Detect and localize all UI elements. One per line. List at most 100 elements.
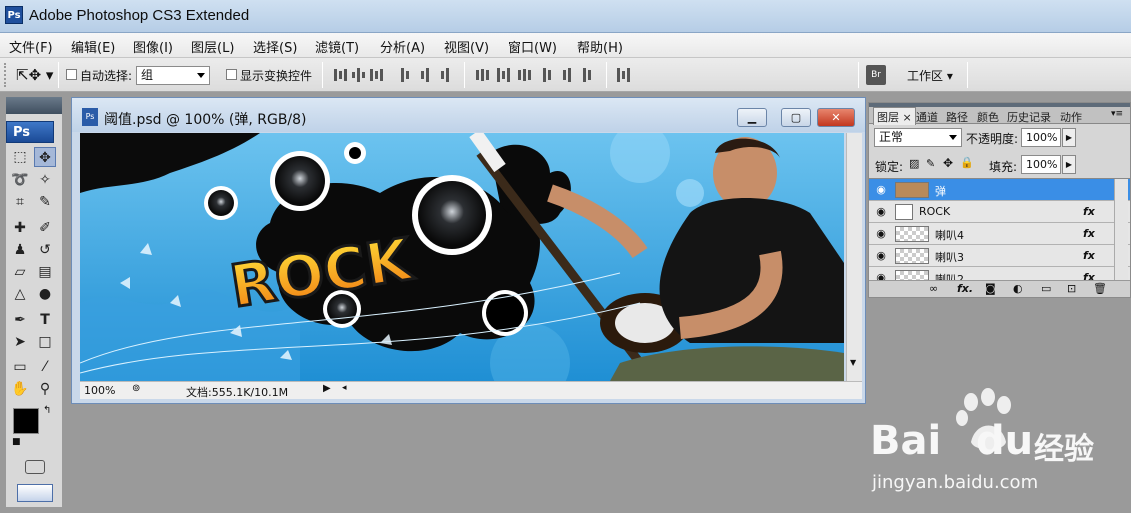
maximize-button[interactable]: ▢ <box>781 108 811 127</box>
menu-layer[interactable]: 图层(L) <box>191 37 234 56</box>
scroll-left-icon[interactable]: ◂ <box>342 383 347 393</box>
marquee-tool-icon[interactable]: ⬚ <box>9 147 31 167</box>
layer-row[interactable]: ◉ 弹 <box>869 179 1130 201</box>
align-hcenter-icon[interactable] <box>421 67 429 83</box>
tab-history[interactable]: 历史记录 <box>1007 109 1051 125</box>
tab-layers[interactable]: 图层 × <box>873 107 916 125</box>
distribute-bottom-icon[interactable] <box>518 67 531 83</box>
menu-image[interactable]: 图像(I) <box>133 37 173 56</box>
opacity-input[interactable]: 100% <box>1021 128 1061 147</box>
adjustment-layer-icon[interactable]: ◐ <box>1013 282 1023 295</box>
layer-effects-icon[interactable]: fx <box>1083 249 1095 262</box>
auto-select-checkbox[interactable] <box>66 69 77 80</box>
tab-actions[interactable]: 动作 <box>1060 109 1082 125</box>
layer-row[interactable]: ◉ 喇叭3 fx <box>869 245 1130 267</box>
path-selection-tool-icon[interactable]: ➤ <box>9 332 31 352</box>
auto-align-icon[interactable] <box>617 67 630 83</box>
close-button[interactable]: ✕ <box>817 108 855 127</box>
pen-tool-icon[interactable]: ✒ <box>9 310 31 330</box>
menu-file[interactable]: 文件(F) <box>9 37 53 56</box>
scroll-down-icon[interactable]: ▼ <box>850 358 856 367</box>
add-mask-icon[interactable]: ◙ <box>985 282 996 295</box>
move-tool-preset-icon[interactable]: ⇱✥ ▾ <box>16 66 53 84</box>
lasso-tool-icon[interactable]: ➰ <box>9 170 31 190</box>
brush-tool-icon[interactable]: ✐ <box>34 218 56 238</box>
magic-wand-tool-icon[interactable]: ✧ <box>34 170 56 190</box>
toolbox-header[interactable] <box>6 97 62 114</box>
fill-arrow-icon[interactable]: ▶ <box>1062 155 1076 174</box>
zoom-indicator-icon[interactable]: ⊚ <box>132 383 140 394</box>
tab-channels[interactable]: 通道 <box>916 109 938 125</box>
type-tool-icon[interactable]: T <box>34 310 56 330</box>
align-bottom-icon[interactable] <box>370 67 383 83</box>
distribute-vcenter-icon[interactable] <box>497 67 510 83</box>
vertical-scrollbar[interactable]: ▼ <box>846 133 862 381</box>
clone-stamp-tool-icon[interactable]: ♟ <box>9 240 31 260</box>
lock-all-icon[interactable]: 🔒 <box>960 156 974 169</box>
visibility-eye-icon[interactable]: ◉ <box>873 271 889 280</box>
menu-select[interactable]: 选择(S) <box>253 37 297 56</box>
distribute-left-icon[interactable] <box>543 67 551 83</box>
auto-select-dropdown[interactable]: 组 <box>136 66 210 85</box>
align-vcenter-icon[interactable] <box>352 67 365 83</box>
align-top-icon[interactable] <box>334 67 347 83</box>
panel-menu-icon[interactable]: ▾≡ <box>1111 109 1123 119</box>
layers-scrollbar[interactable] <box>1114 179 1128 280</box>
blur-tool-icon[interactable]: △ <box>9 284 31 304</box>
lock-transparent-icon[interactable]: ▨ <box>909 157 919 170</box>
slice-tool-icon[interactable]: ✎ <box>34 192 56 212</box>
layer-effects-icon[interactable]: fx <box>1083 205 1095 218</box>
menu-view[interactable]: 视图(V) <box>444 37 489 56</box>
swap-colors-icon[interactable]: ↰ <box>43 405 51 416</box>
tab-color[interactable]: 颜色 <box>977 109 999 125</box>
layer-effects-icon[interactable]: fx <box>1083 227 1095 240</box>
opacity-arrow-icon[interactable]: ▶ <box>1062 128 1076 147</box>
distribute-right-icon[interactable] <box>583 67 591 83</box>
new-group-icon[interactable]: ▭ <box>1041 282 1051 295</box>
fill-input[interactable]: 100% <box>1021 155 1061 174</box>
gradient-tool-icon[interactable]: ▤ <box>34 262 56 282</box>
trash-icon[interactable]: 🗑 <box>1093 282 1107 295</box>
eyedropper-tool-icon[interactable]: ⁄ <box>34 357 56 377</box>
notes-tool-icon[interactable]: ▭ <box>9 357 31 377</box>
distribute-top-icon[interactable] <box>476 67 489 83</box>
layer-effects-icon[interactable]: fx <box>1083 271 1095 280</box>
lock-image-icon[interactable]: ✎ <box>926 157 935 170</box>
blend-mode-dropdown[interactable]: 正常 <box>874 128 962 147</box>
screen-mode-icon[interactable] <box>17 484 53 502</box>
layer-row[interactable]: ◉ 喇叭4 fx <box>869 223 1130 245</box>
default-colors-icon[interactable]: ■ <box>12 437 21 447</box>
align-left-icon[interactable] <box>401 67 409 83</box>
crop-tool-icon[interactable]: ⌗ <box>9 192 31 212</box>
visibility-eye-icon[interactable]: ◉ <box>873 205 889 219</box>
options-grip[interactable] <box>4 63 8 87</box>
bridge-icon[interactable]: Br <box>866 65 886 85</box>
shape-tool-icon[interactable]: □ <box>34 332 56 352</box>
zoom-level[interactable]: 100% <box>84 384 115 397</box>
distribute-hcenter-icon[interactable] <box>563 67 571 83</box>
menu-edit[interactable]: 编辑(E) <box>71 37 115 56</box>
healing-brush-tool-icon[interactable]: ✚ <box>9 218 31 238</box>
document-canvas[interactable]: ROCK <box>80 133 844 381</box>
lock-position-icon[interactable]: ✥ <box>943 156 953 170</box>
menu-window[interactable]: 窗口(W) <box>508 37 557 56</box>
layer-row[interactable]: ◉ 喇叭2 fx <box>869 267 1130 280</box>
new-layer-icon[interactable]: ⊡ <box>1067 282 1076 295</box>
link-layers-icon[interactable]: ∞ <box>929 282 938 295</box>
status-menu-arrow-icon[interactable]: ▶ <box>323 383 331 394</box>
quick-mask-icon[interactable] <box>25 460 45 474</box>
tab-paths[interactable]: 路径 <box>946 109 968 125</box>
workspace-button[interactable]: 工作区 ▾ <box>907 67 953 84</box>
document-titlebar[interactable]: Ps 阈值.psd @ 100% (弹, RGB/8) ▁ ▢ ✕ <box>72 98 865 132</box>
menu-analysis[interactable]: 分析(A) <box>380 37 425 56</box>
zoom-tool-icon[interactable]: ⚲ <box>34 379 56 399</box>
menu-help[interactable]: 帮助(H) <box>577 37 623 56</box>
align-right-icon[interactable] <box>441 67 449 83</box>
dodge-tool-icon[interactable]: ● <box>34 284 56 304</box>
visibility-eye-icon[interactable]: ◉ <box>873 249 889 263</box>
add-style-icon[interactable]: fx. <box>957 282 973 295</box>
history-brush-tool-icon[interactable]: ↺ <box>34 240 56 260</box>
move-tool-icon[interactable]: ✥ <box>34 147 56 167</box>
eraser-tool-icon[interactable]: ▱ <box>9 262 31 282</box>
menu-filter[interactable]: 滤镜(T) <box>315 37 359 56</box>
